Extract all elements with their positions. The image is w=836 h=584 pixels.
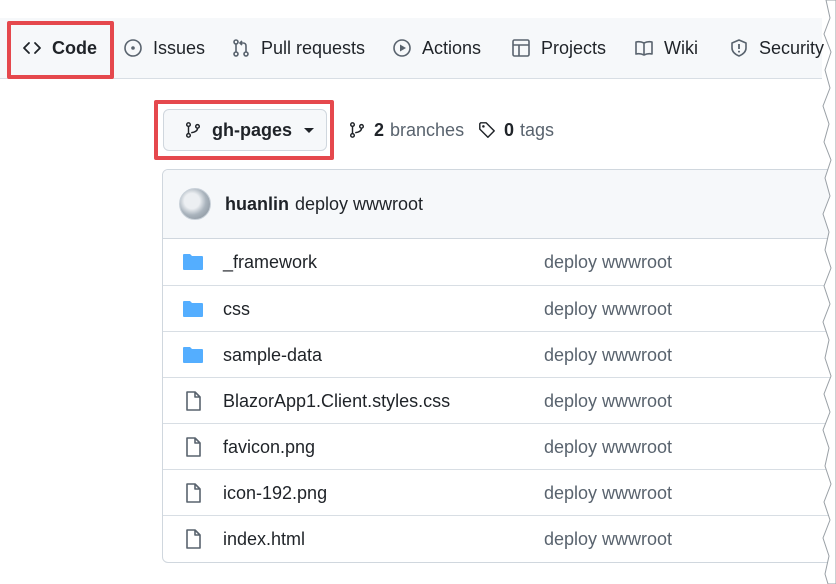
book-icon: [635, 40, 653, 56]
latest-commit-row: huanlin deploy wwwroot: [163, 170, 836, 239]
git-branch-icon: [349, 122, 365, 138]
issue-opened-icon: [124, 39, 142, 57]
file-commit-message[interactable]: deploy wwwroot: [544, 529, 672, 550]
torn-edge-decoration: [822, 0, 836, 584]
file-icon: [186, 391, 201, 411]
tab-issues[interactable]: Issues: [123, 18, 205, 78]
tab-label: Projects: [541, 37, 607, 58]
tab-label: Issues: [153, 37, 206, 58]
file-name[interactable]: index.html: [223, 529, 305, 550]
tags-label: tags: [520, 119, 555, 140]
commit-message[interactable]: deploy wwwroot: [295, 194, 423, 215]
tab-label: Pull requests: [261, 37, 366, 58]
file-name[interactable]: favicon.png: [223, 437, 315, 458]
file-name[interactable]: icon-192.png: [223, 483, 327, 504]
table-row[interactable]: _framework deploy wwwroot: [163, 239, 836, 285]
file-name[interactable]: _framework: [223, 252, 317, 273]
table-row[interactable]: index.html deploy wwwroot: [163, 515, 836, 562]
git-branch-icon: [185, 122, 201, 138]
tab-wiki[interactable]: Wiki: [634, 18, 698, 78]
tab-label: Actions: [422, 37, 482, 58]
avatar[interactable]: [179, 188, 211, 220]
file-name[interactable]: BlazorApp1.Client.styles.css: [223, 391, 450, 412]
branch-name: gh-pages: [212, 119, 293, 140]
branches-count: 2: [374, 119, 385, 140]
tab-security[interactable]: Security: [729, 18, 824, 78]
caret-down-icon: [304, 127, 315, 133]
file-listing: huanlin deploy wwwroot _framework deploy…: [162, 169, 836, 563]
table-row[interactable]: icon-192.png deploy wwwroot: [163, 469, 836, 516]
file-name[interactable]: sample-data: [223, 345, 322, 366]
highlight-box-code-tab: [7, 21, 114, 79]
table-row[interactable]: css deploy wwwroot: [163, 285, 836, 332]
tab-label: Security: [759, 37, 825, 58]
file-commit-message[interactable]: deploy wwwroot: [544, 345, 672, 366]
file-commit-message[interactable]: deploy wwwroot: [544, 437, 672, 458]
tab-actions[interactable]: Actions: [392, 18, 481, 78]
file-icon: [186, 529, 201, 549]
shield-icon: [731, 39, 747, 57]
play-icon: [393, 39, 411, 57]
table-row[interactable]: BlazorApp1.Client.styles.css deploy wwwr…: [163, 377, 836, 424]
file-commit-message[interactable]: deploy wwwroot: [544, 252, 672, 273]
repo-nav-tabs: Code Issues Pull requests Actions Projec…: [0, 18, 824, 79]
file-icon: [186, 483, 201, 503]
tab-label: Wiki: [664, 37, 698, 58]
tab-pull-requests[interactable]: Pull requests: [231, 18, 365, 78]
table-row[interactable]: sample-data deploy wwwroot: [163, 331, 836, 378]
branches-link[interactable]: 2 branches: [348, 114, 464, 146]
file-icon: [186, 437, 201, 457]
file-commit-message[interactable]: deploy wwwroot: [544, 299, 672, 320]
file-name[interactable]: css: [223, 299, 250, 320]
git-pull-request-icon: [233, 39, 249, 57]
file-commit-message[interactable]: deploy wwwroot: [544, 391, 672, 412]
table-row[interactable]: favicon.png deploy wwwroot: [163, 423, 836, 470]
tags-link[interactable]: 0 tags: [478, 114, 554, 146]
branches-label: branches: [390, 119, 465, 140]
table-icon: [512, 39, 530, 57]
file-commit-message[interactable]: deploy wwwroot: [544, 483, 672, 504]
folder-icon: [183, 301, 203, 317]
tab-projects[interactable]: Projects: [511, 18, 606, 78]
folder-icon: [183, 347, 203, 363]
folder-icon: [183, 254, 203, 270]
tags-count: 0: [504, 119, 515, 140]
tag-icon: [479, 122, 495, 138]
branch-selector-button[interactable]: gh-pages: [163, 109, 327, 151]
commit-author[interactable]: huanlin: [225, 194, 289, 215]
